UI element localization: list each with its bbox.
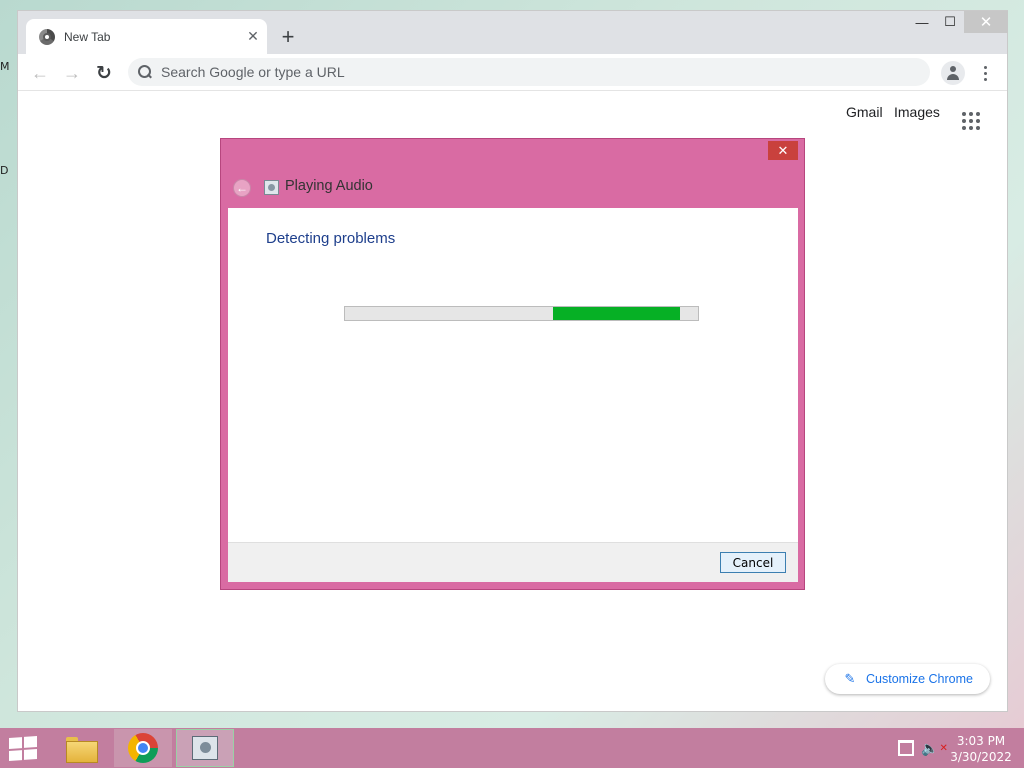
dialog-footer: Cancel <box>228 542 798 582</box>
desktop-icon-label-m: M <box>0 60 10 73</box>
dot-icon <box>983 71 987 75</box>
address-bar[interactable]: Search Google or type a URL <box>128 58 930 86</box>
dialog-close-button[interactable]: ✕ <box>768 141 798 160</box>
dot-icon <box>983 65 987 69</box>
taskbar: 🔈 ✕ 3:03 PM 3/30/2022 <box>0 728 1024 768</box>
customize-chrome-button[interactable]: ✎ Customize Chrome <box>825 664 990 694</box>
chrome-menu-button[interactable] <box>976 61 994 85</box>
minimize-button[interactable]: — <box>908 11 936 33</box>
maximize-button[interactable]: ☐ <box>936 11 964 33</box>
profile-button[interactable] <box>941 61 965 85</box>
browser-toolbar: ← → ↻ Search Google or type a URL <box>18 54 1007 91</box>
taskbar-chrome[interactable] <box>114 729 172 767</box>
taskbar-troubleshooter[interactable] <box>176 729 234 767</box>
taskbar-file-explorer[interactable] <box>52 729 110 767</box>
tab-new-tab[interactable]: New Tab ✕ <box>26 19 267 54</box>
cancel-button[interactable]: Cancel <box>720 552 786 573</box>
chrome-favicon-icon <box>39 28 55 45</box>
reload-button[interactable]: ↻ <box>90 59 118 87</box>
clock-time: 3:03 PM <box>956 734 1006 748</box>
chrome-icon <box>128 733 158 763</box>
folder-icon <box>66 735 98 763</box>
network-icon[interactable] <box>898 740 914 756</box>
address-bar-placeholder: Search Google or type a URL <box>161 64 345 80</box>
title-bar: New Tab ✕ + — ☐ ✕ <box>18 11 1008 54</box>
volume-muted-icon[interactable]: 🔈 ✕ <box>921 739 948 757</box>
tab-title: New Tab <box>64 29 111 44</box>
customize-chrome-label: Customize Chrome <box>866 672 973 686</box>
status-heading: Detecting problems <box>266 230 396 247</box>
person-icon <box>945 65 961 81</box>
pencil-icon: ✎ <box>844 671 856 686</box>
troubleshooter-icon <box>264 180 279 195</box>
images-link[interactable]: Images <box>894 104 940 120</box>
forward-button[interactable]: → <box>58 59 86 87</box>
tab-close-icon[interactable]: ✕ <box>243 27 263 47</box>
troubleshooter-dialog: ✕ ← Playing Audio Detecting problems Can… <box>220 138 805 590</box>
progress-bar <box>344 306 699 321</box>
windows-start-icon[interactable] <box>9 736 37 761</box>
dot-icon <box>983 77 987 81</box>
clock[interactable]: 3:03 PM 3/30/2022 <box>946 733 1016 765</box>
new-tab-button[interactable]: + <box>276 24 300 49</box>
search-icon <box>138 65 152 79</box>
troubleshooter-icon <box>192 736 218 760</box>
back-button[interactable]: ← <box>26 59 54 87</box>
dialog-body: Detecting problems <box>228 208 798 542</box>
desktop-icon-label-d: D <box>0 164 9 177</box>
close-window-button[interactable]: ✕ <box>964 11 1008 33</box>
gmail-link[interactable]: Gmail <box>846 104 883 120</box>
dialog-title: Playing Audio <box>285 178 373 194</box>
clock-date: 3/30/2022 <box>950 750 1012 764</box>
back-arrow-icon[interactable]: ← <box>233 179 251 197</box>
google-apps-icon[interactable] <box>962 112 980 130</box>
progress-bar-fill <box>553 307 681 320</box>
